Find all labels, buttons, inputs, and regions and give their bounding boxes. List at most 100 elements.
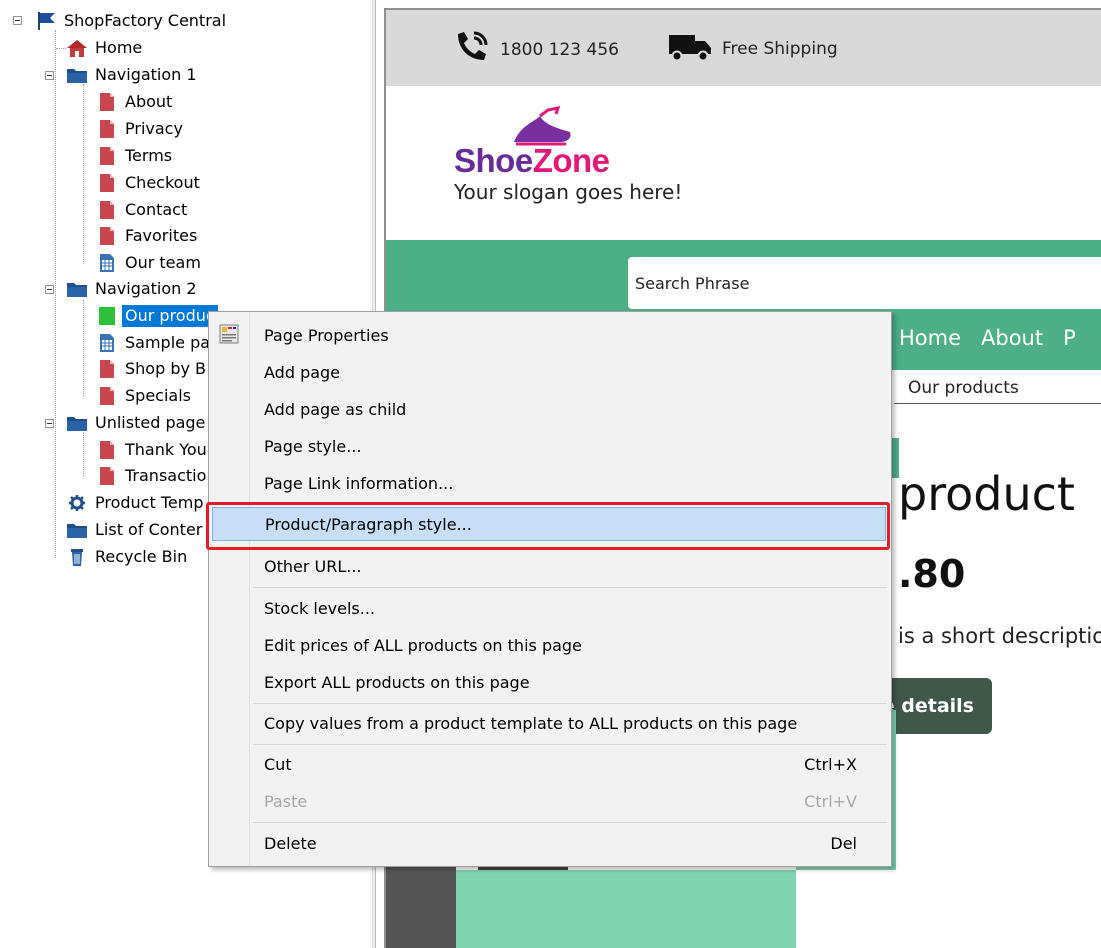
tree-item-home[interactable]: Home (66, 36, 145, 60)
tree-item-contact[interactable]: Contact (96, 198, 190, 222)
menu-item-label: Add page as child (264, 399, 407, 419)
menu-item-page-link-information[interactable]: Page Link information... (209, 468, 891, 498)
tree-item-about[interactable]: About (96, 90, 175, 114)
menu-separator (253, 703, 887, 704)
search-placeholder: Search Phrase (635, 273, 750, 293)
tree-item-label: Shop by B (125, 359, 207, 378)
site-slogan: Your slogan goes here! (454, 180, 683, 204)
tree-item-specials[interactable]: Specials (96, 384, 194, 408)
folder-icon (66, 413, 88, 433)
menu-item-copy-template-values[interactable]: Copy values from a product template to A… (209, 708, 891, 738)
tree-item-sample-page[interactable]: Sample pa (96, 331, 213, 355)
tree-guide-line (83, 432, 84, 476)
tree-item-privacy[interactable]: Privacy (96, 117, 186, 141)
folder-icon (66, 520, 88, 540)
tree-item-label: Terms (125, 146, 173, 165)
tree-item-our-team[interactable]: Our team (96, 251, 204, 275)
site-logo[interactable]: ShoeZone Your slogan goes here! (454, 106, 683, 204)
menu-item-export-all-products[interactable]: Export ALL products on this page (209, 667, 891, 697)
tree-guide-line (83, 300, 84, 396)
breadcrumb[interactable]: Our products (894, 372, 1101, 404)
tree-item-label: Recycle Bin (95, 547, 188, 566)
menu-item-page-style[interactable]: Page style... (209, 431, 891, 461)
menu-item-paste: Paste Ctrl+V (209, 786, 891, 816)
tree-item-terms[interactable]: Terms (96, 144, 175, 168)
menu-item-page-properties[interactable]: Page Properties (209, 320, 891, 350)
tree-item-label: Product Temp (95, 493, 204, 512)
page-icon (96, 92, 118, 112)
menu-separator (253, 822, 887, 823)
menu-item-shortcut: Ctrl+V (804, 791, 857, 811)
tree-root[interactable]: ShopFactory Central (35, 9, 229, 33)
tree-item-navigation-1[interactable]: Navigation 1 (66, 63, 200, 87)
tree-item-unlisted-pages[interactable]: Unlisted page (66, 411, 208, 435)
tree-item-label: Sample pa (125, 333, 211, 352)
menu-item-shortcut: Del (830, 833, 857, 853)
tree-item-our-products[interactable]: Our produc (96, 304, 218, 328)
tree-item-label: Home (95, 38, 143, 57)
tree-item-list-of-contents[interactable]: List of Conter (66, 518, 205, 542)
navigation-2-collapse-toggle[interactable] (45, 285, 54, 294)
search-input[interactable]: Search Phrase (628, 257, 1101, 309)
shipping-info: Free Shipping (668, 30, 838, 67)
menu-item-home[interactable]: Home (899, 326, 961, 350)
menu-item-add-page-as-child[interactable]: Add page as child (209, 394, 891, 424)
root-collapse-toggle[interactable] (13, 16, 22, 25)
menu-item-label: Export ALL products on this page (264, 672, 530, 692)
product-price: .80 (898, 552, 966, 596)
menu-item-delete[interactable]: Delete Del (209, 828, 891, 858)
tree-item-label: About (125, 92, 173, 111)
tree-guide-line (56, 48, 66, 49)
page-icon (96, 440, 118, 460)
trash-icon (66, 547, 88, 567)
menu-item-add-page[interactable]: Add page (209, 357, 891, 387)
menu-item-label: Add page (264, 362, 341, 382)
menu-item-cut[interactable]: Cut Ctrl+X (209, 749, 891, 779)
page-properties-icon (218, 323, 240, 349)
menu-item-label: Page Properties (264, 325, 389, 345)
page-icon (96, 146, 118, 166)
tree-item-favorites[interactable]: Favorites (96, 224, 200, 248)
page-icon (96, 173, 118, 193)
menu-item-about[interactable]: About (981, 326, 1043, 350)
menu-item-label: Page style... (264, 436, 362, 456)
site-topbar: 1800 123 456 Free Shipping (386, 10, 1101, 86)
tree-root-label: ShopFactory Central (64, 11, 227, 30)
unlisted-pages-collapse-toggle[interactable] (45, 419, 54, 428)
tree-guide-line (55, 30, 56, 558)
menu-item-more[interactable]: P (1063, 326, 1076, 350)
tree-item-recycle-bin[interactable]: Recycle Bin (66, 545, 190, 569)
tree-item-checkout[interactable]: Checkout (96, 171, 203, 195)
menu-item-other-url[interactable]: Other URL... (209, 551, 891, 581)
menu-item-label: Other URL... (264, 556, 362, 576)
page-icon (96, 359, 118, 379)
tree-item-transaction[interactable]: Transactio (96, 464, 209, 488)
tree-item-label: Thank You (125, 440, 207, 459)
menu-item-label: Edit prices of ALL products on this page (264, 635, 582, 655)
menu-item-edit-prices-all[interactable]: Edit prices of ALL products on this page (209, 630, 891, 660)
tree-item-label: Checkout (125, 173, 200, 192)
product-description: is a short descriptio (898, 624, 1101, 648)
tree-item-label: Navigation 1 (95, 65, 197, 84)
tree-item-product-templates[interactable]: Product Temp (66, 491, 206, 515)
page-icon (96, 466, 118, 486)
page-icon (96, 226, 118, 246)
menu-separator (253, 587, 887, 588)
highlight-callout-box (206, 502, 890, 550)
footer-mint-block (456, 870, 796, 948)
shipping-label: Free Shipping (722, 38, 838, 59)
tree-item-label: Contact (125, 200, 188, 219)
home-icon (66, 38, 88, 58)
page-icon (96, 119, 118, 139)
tree-item-navigation-2[interactable]: Navigation 2 (66, 277, 200, 301)
tree-item-thank-you[interactable]: Thank You (96, 438, 210, 462)
menu-item-label: Delete (264, 833, 317, 853)
tree-item-label: Our team (125, 253, 201, 272)
tree-item-shop-by-brand[interactable]: Shop by B (96, 357, 209, 381)
menu-item-label: Page Link information... (264, 473, 454, 493)
product-title: product (898, 467, 1075, 521)
green-square-icon (96, 306, 118, 326)
navigation-1-collapse-toggle[interactable] (45, 71, 54, 80)
menu-item-stock-levels[interactable]: Stock levels... (209, 593, 891, 623)
menu-separator (253, 744, 887, 745)
